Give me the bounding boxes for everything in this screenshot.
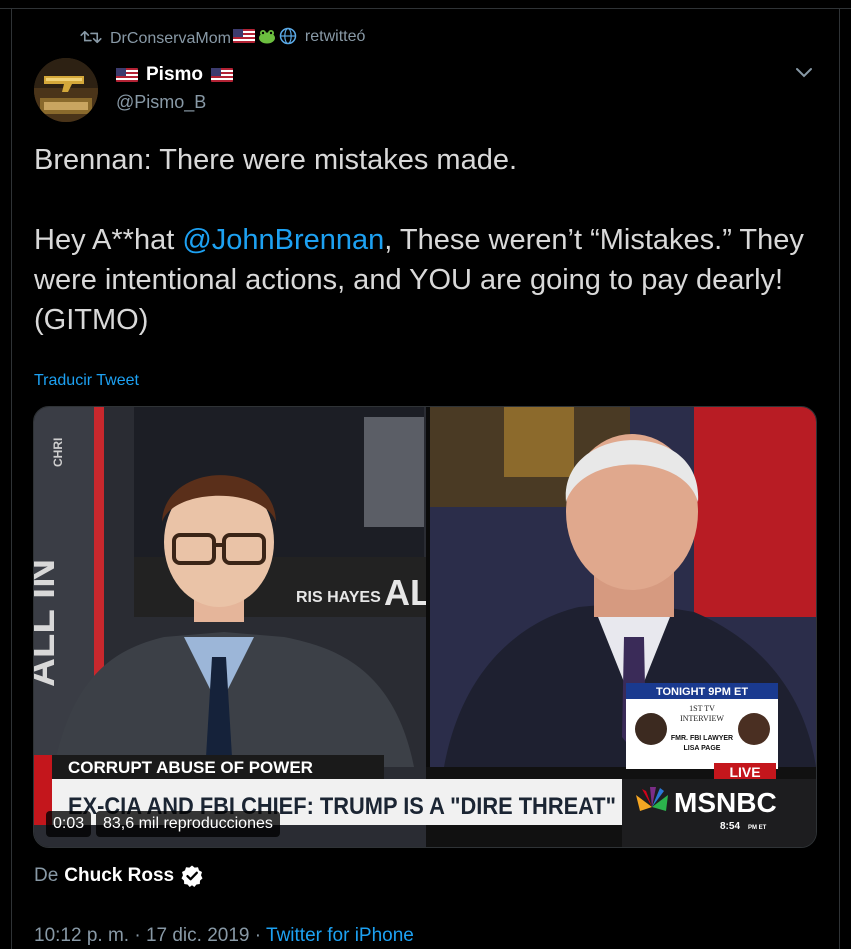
retweet-action-label: retwitteó <box>304 28 366 45</box>
promo-line-1: 1ST TV <box>689 704 715 713</box>
verified-badge-icon <box>181 865 203 887</box>
network-logo-text: MSNBC <box>674 787 777 818</box>
tweet-line-1: Brennan: There were mistakes made. <box>34 144 518 176</box>
tweet-source-app[interactable]: Twitter for iPhone <box>266 925 414 946</box>
source-prefix: De <box>34 865 59 886</box>
tweet-meta: 10:12 p. m. · 17 dic. 2019 · Twitter for… <box>34 925 414 947</box>
us-flag-icon <box>211 68 234 82</box>
promo-title: TONIGHT 9PM ET <box>656 686 748 698</box>
us-flag-icon <box>116 68 138 82</box>
left-border <box>11 8 12 949</box>
mention-link[interactable]: @JohnBrennan <box>182 224 384 256</box>
chevron-down-icon[interactable] <box>793 64 815 80</box>
avatar-gold-pistol-image <box>34 58 98 122</box>
retweet-icon <box>80 30 102 44</box>
frog-icon <box>258 29 275 43</box>
author-name-row[interactable]: Pismo <box>116 62 234 88</box>
live-tag: LIVE <box>729 764 760 780</box>
author-handle[interactable]: @Pismo_B <box>116 92 206 113</box>
source-name[interactable]: Chuck Ross <box>64 865 174 887</box>
video-frame: ALL IN CHRI RIS HAYES AL TONIGHT 9PM ET … <box>34 407 816 847</box>
chyron-top: CORRUPT ABUSE OF POWER <box>68 758 313 777</box>
tweet-text: Brennan: There were mistakes made. Hey A… <box>34 140 814 340</box>
wall-text-small: CHRI <box>51 438 65 467</box>
tweet-paragraph-2: Hey A**hat @JohnBrennan, These weren’t “… <box>34 220 814 340</box>
video-views: 83,6 mil reproducciones <box>96 811 280 837</box>
retweet-context[interactable]: DrConservaMom retwitteó <box>80 25 365 49</box>
tweet-line-2-start: Hey A**hat <box>34 224 183 256</box>
broadcast-clock: 8:54 <box>720 821 740 832</box>
promo-line-3: FMR. FBI LAWYER <box>671 735 733 742</box>
top-border <box>0 8 851 9</box>
video-time: 0:03 <box>46 811 92 837</box>
wall-text-hayes: RIS HAYES <box>296 589 381 606</box>
promo-line-2: INTERVIEW <box>680 714 724 723</box>
wall-text-all-in: ALL IN <box>34 559 63 687</box>
globe-icon <box>279 27 297 44</box>
video-source[interactable]: De Chuck Ross <box>34 862 204 890</box>
author-name[interactable]: Pismo <box>146 64 203 86</box>
retweeter-name[interactable]: DrConservaMom <box>110 30 231 47</box>
broadcast-clock-suffix: PM ET <box>748 825 767 831</box>
tweet-timestamp[interactable]: 10:12 p. m. · 17 dic. 2019 · <box>34 925 266 946</box>
avatar[interactable] <box>34 58 98 122</box>
promo-line-4: LISA PAGE <box>684 745 721 752</box>
wall-text-al: AL <box>384 572 432 613</box>
translate-tweet-link[interactable]: Traducir Tweet <box>34 372 139 390</box>
us-flag-icon <box>232 28 255 43</box>
video-player[interactable]: ALL IN CHRI RIS HAYES AL TONIGHT 9PM ET … <box>33 406 817 848</box>
right-border <box>839 8 840 949</box>
